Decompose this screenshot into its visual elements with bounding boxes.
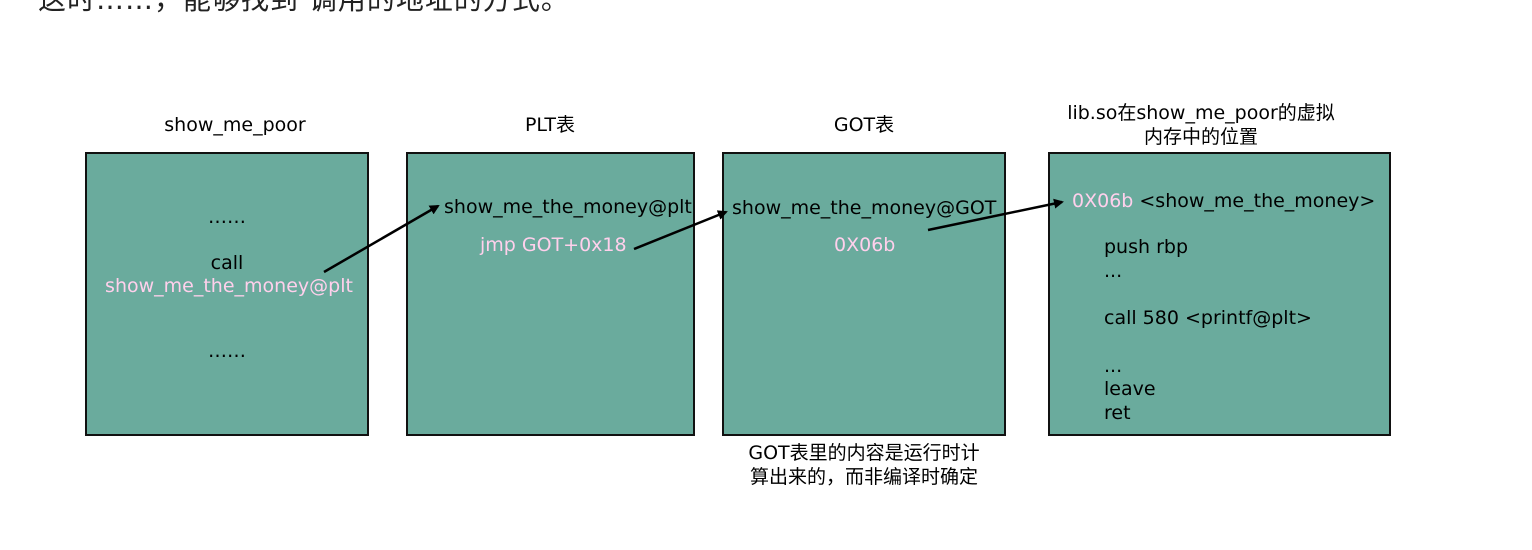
caller-box: …… call show_me_the_money@plt ……: [85, 152, 369, 436]
lib-entry-line: 0X06b <show_me_the_money>: [1072, 190, 1375, 212]
lib-title-line1: lib.so在show_me_poor的虚拟: [1067, 102, 1335, 124]
got-title: GOT表: [833, 114, 895, 136]
lib-instr-call: call 580 <printf@plt>: [1104, 307, 1312, 329]
got-box: show_me_the_money@GOT 0X06b: [722, 152, 1006, 436]
plt-jmp-instruction: jmp GOT+0x18: [480, 234, 627, 256]
plt-box: show_me_the_money@plt jmp GOT+0x18: [406, 152, 695, 436]
caller-call-target: show_me_the_money@plt: [105, 275, 353, 297]
lib-instr-ellipsis-1: ...: [1104, 260, 1123, 282]
lib-box: 0X06b <show_me_the_money> push rbp ... c…: [1048, 152, 1391, 436]
got-address-value: 0X06b: [834, 234, 896, 256]
lib-instr-leave: leave: [1104, 378, 1156, 400]
lib-entry-symbol: <show_me_the_money>: [1139, 190, 1376, 212]
caller-ellipsis-bottom: ……: [208, 340, 246, 362]
got-symbol: show_me_the_money@GOT: [732, 197, 997, 219]
plt-symbol: show_me_the_money@plt: [444, 196, 692, 218]
caller-ellipsis-top: ……: [208, 206, 246, 228]
lib-title-line2: 内存中的位置: [1143, 126, 1258, 148]
plt-title: PLT表: [524, 114, 576, 136]
caller-title: show_me_poor: [164, 114, 306, 136]
top-text-fragment: 这时……，能够找到 调用的地址的方式。: [38, 0, 570, 18]
lib-instr-ellipsis-2: ...: [1104, 355, 1123, 377]
lib-instr-push: push rbp: [1104, 236, 1189, 258]
got-note-line1: GOT表里的内容是运行时计: [748, 442, 980, 464]
lib-entry-address: 0X06b: [1072, 190, 1134, 212]
caller-call-label: call: [210, 252, 244, 274]
got-note-line2: 算出来的，而非编译时确定: [749, 466, 978, 488]
lib-instr-ret: ret: [1104, 402, 1131, 424]
